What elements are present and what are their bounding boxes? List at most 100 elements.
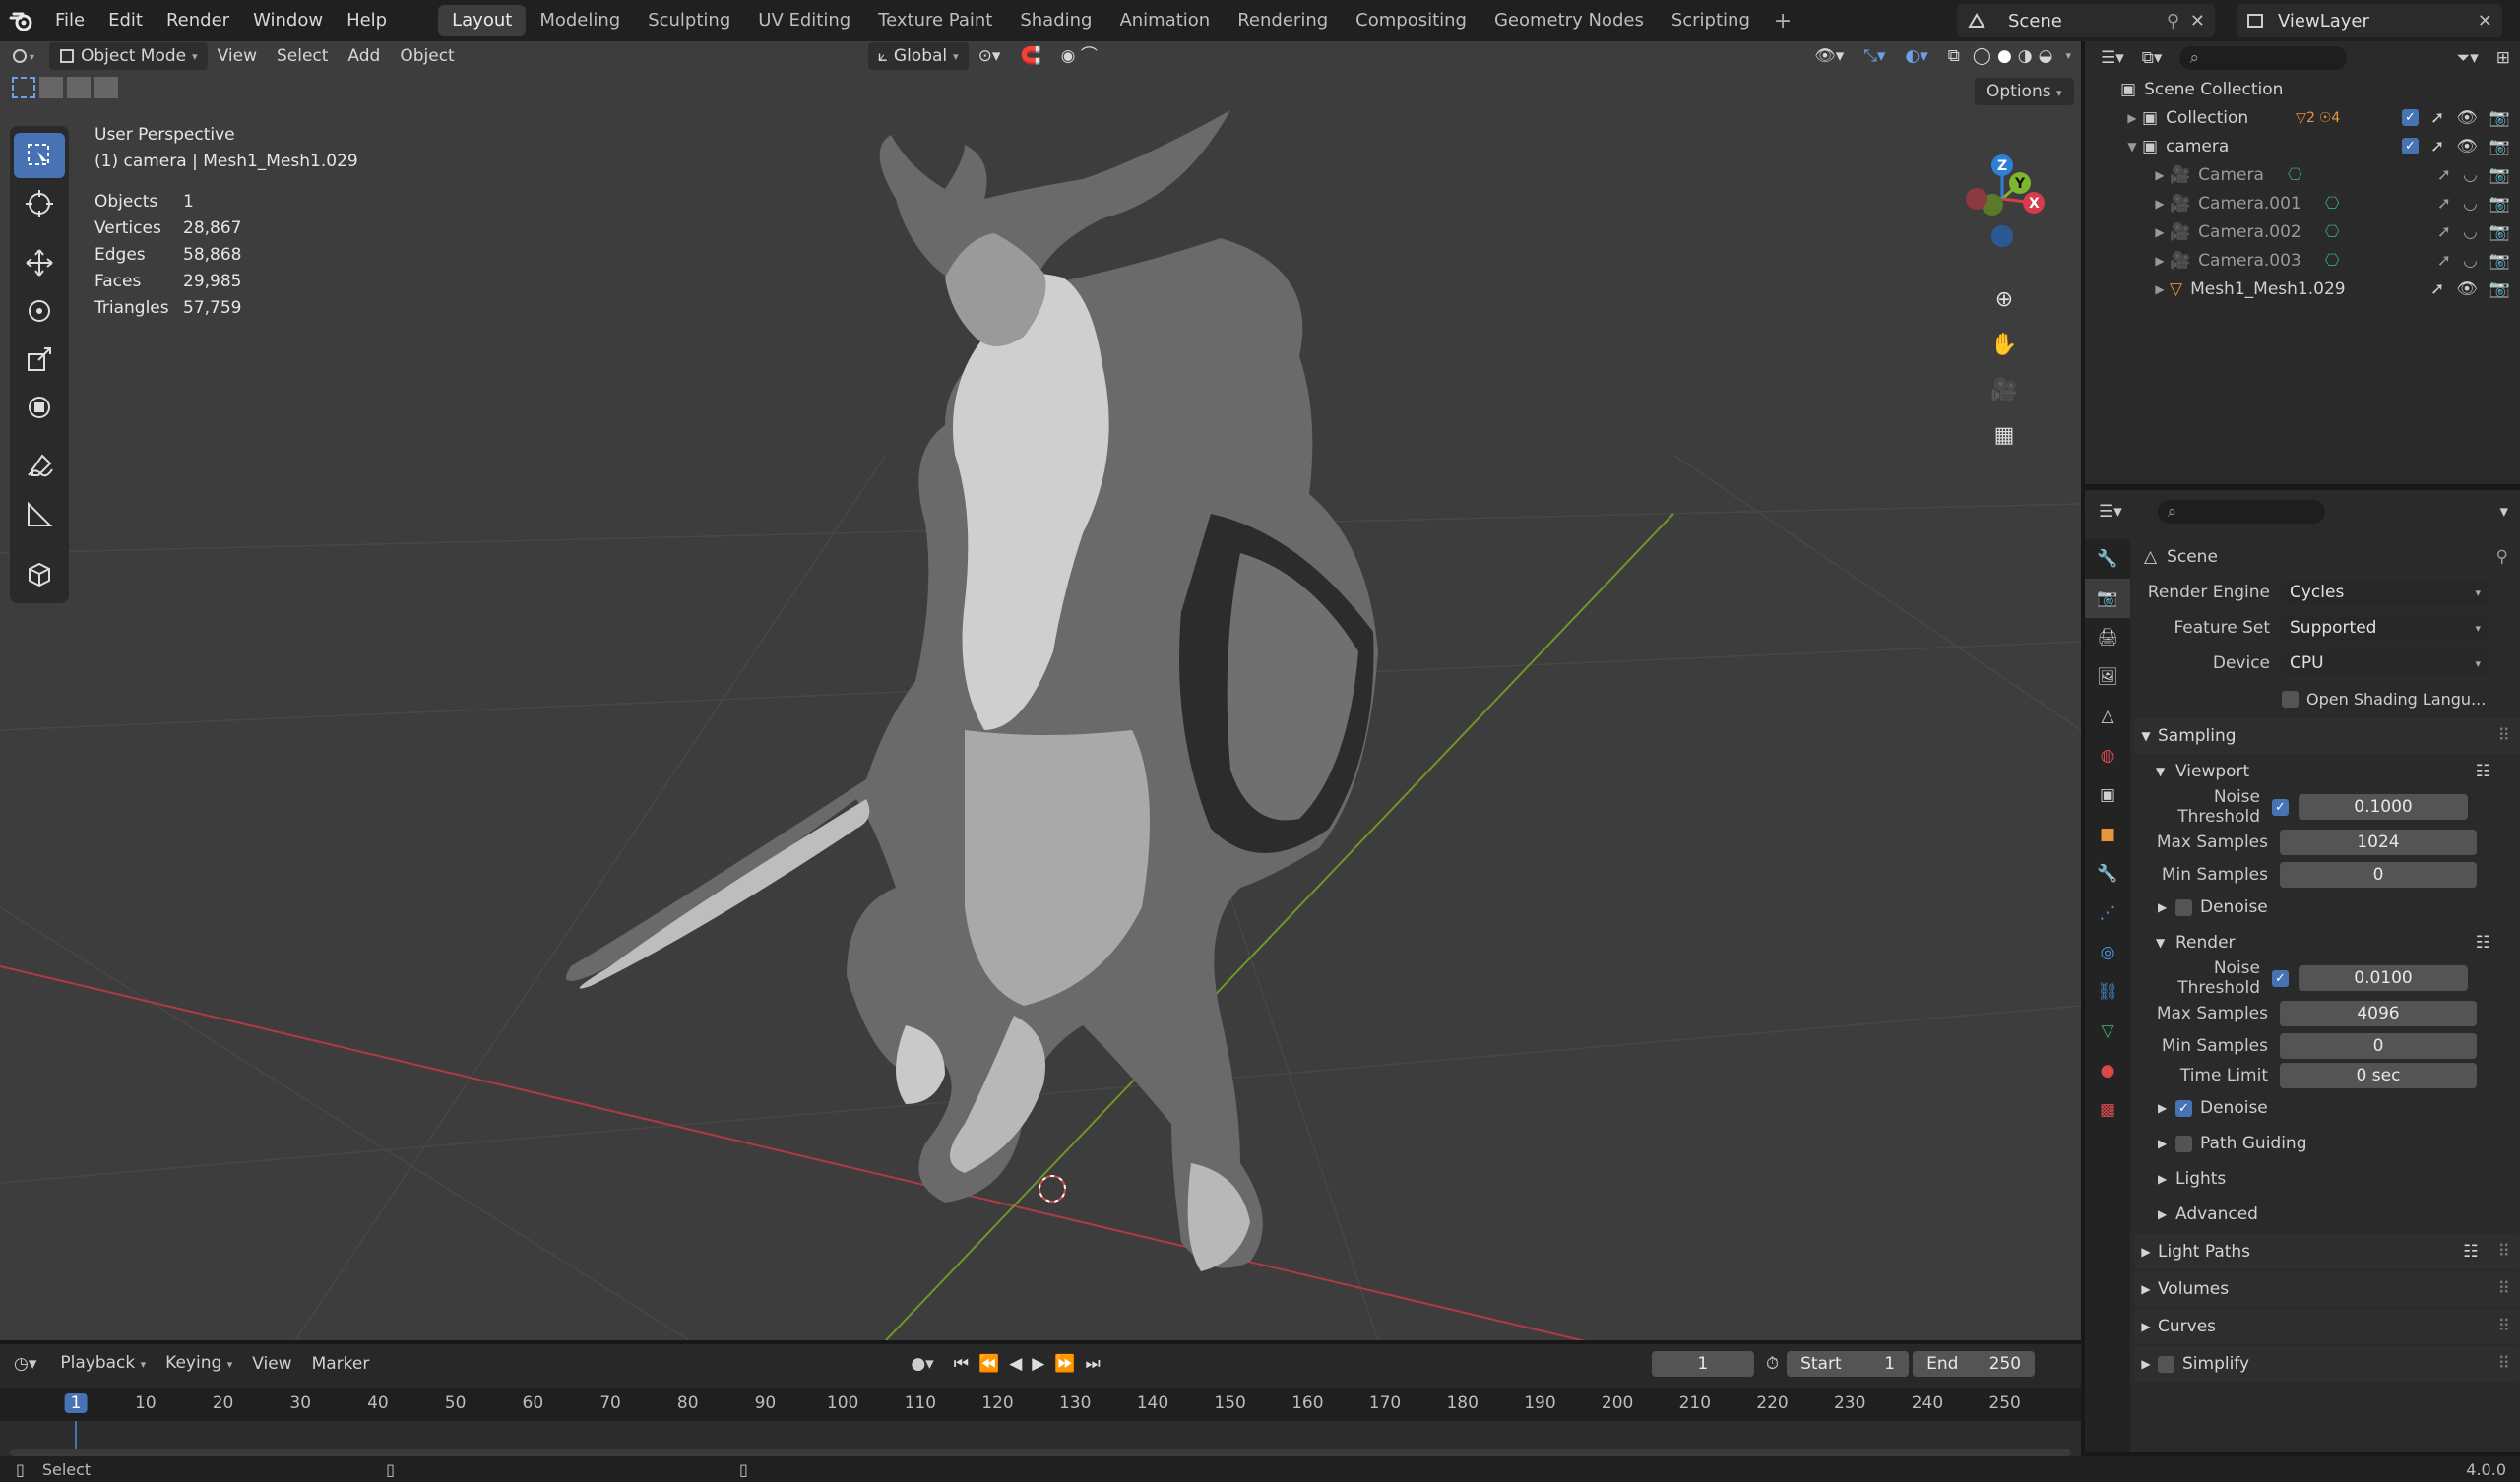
data-tab-icon[interactable]: ▽ xyxy=(2085,1012,2130,1051)
menu-select[interactable]: Select xyxy=(267,41,338,71)
render-camera-icon[interactable]: 📷 xyxy=(2489,222,2510,242)
selectable-icon[interactable]: ➚ xyxy=(2437,251,2451,271)
max-samples-field[interactable]: 1024 xyxy=(2280,830,2477,855)
outliner-row-camera-001[interactable]: ▶ 🎥 Camera.001 ⎔ ➚ ◡ 📷 xyxy=(2085,189,2520,217)
physics-tab-icon[interactable]: ◎ xyxy=(2085,933,2130,972)
perspective-grid-icon[interactable]: ▦ xyxy=(1986,417,2022,453)
render-camera-icon[interactable]: 📷 xyxy=(2489,137,2510,156)
selectable-icon[interactable]: ➚ xyxy=(2430,279,2444,299)
outliner-row-camera[interactable]: ▶ 🎥 Camera ⎔ ➚ ◡ 📷 xyxy=(2085,160,2520,189)
filter-icon[interactable]: ⏷▾ xyxy=(2457,48,2479,68)
exclude-checkbox[interactable]: ✓ xyxy=(2401,138,2419,154)
add-workspace-button[interactable]: + xyxy=(1764,9,1801,33)
light-paths-panel[interactable]: ▶ Light Paths ☷ ⠿ xyxy=(2134,1234,2520,1269)
osl-checkbox[interactable] xyxy=(2282,690,2299,708)
menu-edit[interactable]: Edit xyxy=(96,0,155,41)
record-button[interactable]: ●▾ xyxy=(911,1354,933,1374)
tab-rendering[interactable]: Rendering xyxy=(1224,5,1342,36)
device-dropdown[interactable]: CPU ▾ xyxy=(2282,650,2488,676)
menu-render[interactable]: Render xyxy=(155,0,241,41)
tab-sculpting[interactable]: Sculpting xyxy=(634,5,744,36)
display-mode-icon[interactable]: ⧉▾ xyxy=(2142,48,2163,68)
expand-arrow-icon[interactable]: ▶ xyxy=(2150,225,2170,239)
menu-marker[interactable]: Marker xyxy=(302,1349,380,1379)
hidden-eye-icon[interactable]: ◡ xyxy=(2463,222,2478,242)
tab-compositing[interactable]: Compositing xyxy=(1342,5,1480,36)
blender-logo-icon[interactable] xyxy=(0,0,43,41)
selectable-icon[interactable]: ➚ xyxy=(2437,222,2451,242)
eye-icon[interactable]: 👁 xyxy=(2456,108,2478,128)
editor-type-icon[interactable]: ▾ xyxy=(0,46,49,66)
outliner-row-camera-003[interactable]: ▶ 🎥 Camera.003 ⎔ ➚ ◡ 📷 xyxy=(2085,246,2520,275)
advanced-subpanel[interactable]: ▶ Advanced xyxy=(2134,1197,2520,1232)
prev-keyframe-icon[interactable]: ⏪ xyxy=(978,1354,999,1374)
camera-view-icon[interactable]: 🎥 xyxy=(1986,372,2022,407)
simplify-panel[interactable]: ▶ Simplify ⠿ xyxy=(2134,1346,2520,1382)
measure-tool[interactable] xyxy=(14,492,65,537)
render-denoise-subpanel[interactable]: ▶ ✓ Denoise xyxy=(2134,1090,2520,1126)
pivot-icon[interactable]: ⊙▾ xyxy=(969,41,1011,71)
menu-object[interactable]: Object xyxy=(390,41,464,71)
zoom-icon[interactable]: ⊕ xyxy=(1986,281,2022,317)
noise-threshold-field[interactable]: 0.0100 xyxy=(2299,965,2468,991)
pan-hand-icon[interactable]: ✋ xyxy=(1986,327,2022,362)
viewport-subpanel-header[interactable]: ▼ Viewport ☷ xyxy=(2134,754,2520,789)
select-extend-icon[interactable] xyxy=(39,77,63,98)
jump-end-icon[interactable]: ⏭ xyxy=(1086,1354,1101,1374)
min-samples-field[interactable]: 0 xyxy=(2280,1033,2477,1059)
render-subpanel-header[interactable]: ▼ Render ☷ xyxy=(2134,925,2520,960)
render-denoise-checkbox[interactable]: ✓ xyxy=(2175,1099,2192,1117)
properties-search[interactable]: ⌕ xyxy=(2157,500,2325,524)
editor-type-icon[interactable]: ☰▾ xyxy=(2101,48,2124,68)
eye-icon[interactable]: 👁 xyxy=(2456,137,2478,156)
editor-type-icon[interactable]: ◷▾ xyxy=(0,1354,50,1374)
expand-arrow-icon[interactable]: ▶ xyxy=(2150,197,2170,211)
tool-tab-icon[interactable]: 🔧 xyxy=(2085,539,2130,579)
curves-panel[interactable]: ▶ Curves ⠿ xyxy=(2134,1309,2520,1344)
texture-tab-icon[interactable]: ▩ xyxy=(2085,1090,2130,1130)
modifier-tab-icon[interactable]: 🔧 xyxy=(2085,854,2130,894)
viewport-denoise-checkbox[interactable] xyxy=(2175,898,2192,916)
select-difference-icon[interactable] xyxy=(94,77,118,98)
menu-view[interactable]: View xyxy=(208,41,267,71)
presets-list-icon[interactable]: ☷ xyxy=(2463,1242,2478,1262)
transform-tool[interactable] xyxy=(14,385,65,430)
scale-tool[interactable] xyxy=(14,337,65,382)
render-engine-dropdown[interactable]: Cycles ▾ xyxy=(2282,580,2488,605)
expand-arrow-icon[interactable]: ▶ xyxy=(2150,168,2170,182)
start-frame-field[interactable]: Start 1 xyxy=(1787,1351,1910,1377)
drag-handle-icon[interactable]: ⠿ xyxy=(2498,1279,2510,1299)
warrior-model[interactable] xyxy=(566,110,1378,1271)
menu-view[interactable]: View xyxy=(242,1349,301,1379)
outliner-scene-collection[interactable]: ▣ Scene Collection xyxy=(2085,75,2520,103)
constraints-tab-icon[interactable]: ⛓ xyxy=(2085,972,2130,1012)
select-box-tool[interactable] xyxy=(14,133,65,178)
menu-help[interactable]: Help xyxy=(335,0,399,41)
exclude-checkbox[interactable]: ✓ xyxy=(2401,109,2419,126)
timeline-scrollbar[interactable] xyxy=(10,1449,2071,1456)
render-camera-icon[interactable]: 📷 xyxy=(2489,194,2510,214)
drag-handle-icon[interactable]: ⠿ xyxy=(2498,1317,2510,1336)
tab-geometry-nodes[interactable]: Geometry Nodes xyxy=(1480,5,1658,36)
shading-material-icon[interactable]: ◑ xyxy=(2015,46,2036,66)
object-tab-icon[interactable]: ■ xyxy=(2085,815,2130,854)
cursor-tool[interactable] xyxy=(14,181,65,226)
selectable-icon[interactable]: ➚ xyxy=(2437,194,2451,214)
next-keyframe-icon[interactable]: ⏩ xyxy=(1054,1354,1075,1374)
shading-wireframe-icon[interactable]: ◯ xyxy=(1970,46,1994,66)
snap-icon[interactable]: 🧲 xyxy=(1010,41,1050,71)
render-tab-icon[interactable]: 📷 xyxy=(2085,579,2130,618)
expand-arrow-icon[interactable]: ▼ xyxy=(2122,140,2142,154)
view-layer-tab-icon[interactable]: 🖼 xyxy=(2085,657,2130,697)
time-limit-field[interactable]: 0 sec xyxy=(2280,1063,2477,1088)
3d-viewport[interactable]: ▾ Object Mode ▾ View Select Add Object ⟀ … xyxy=(0,41,2081,1340)
play-reverse-icon[interactable]: ◀ xyxy=(1009,1354,1022,1374)
render-camera-icon[interactable]: 📷 xyxy=(2489,279,2510,299)
hidden-eye-icon[interactable]: ◡ xyxy=(2463,251,2478,271)
select-new-icon[interactable] xyxy=(12,77,35,98)
render-camera-icon[interactable]: 📷 xyxy=(2489,165,2510,185)
select-subtract-icon[interactable] xyxy=(67,77,91,98)
shading-solid-icon[interactable]: ● xyxy=(1994,46,2015,66)
noise-threshold-checkbox[interactable]: ✓ xyxy=(2272,798,2289,816)
navigation-gizmo[interactable]: Z Y X ⊕ ✋ 🎥 ▦ xyxy=(1943,126,2061,448)
